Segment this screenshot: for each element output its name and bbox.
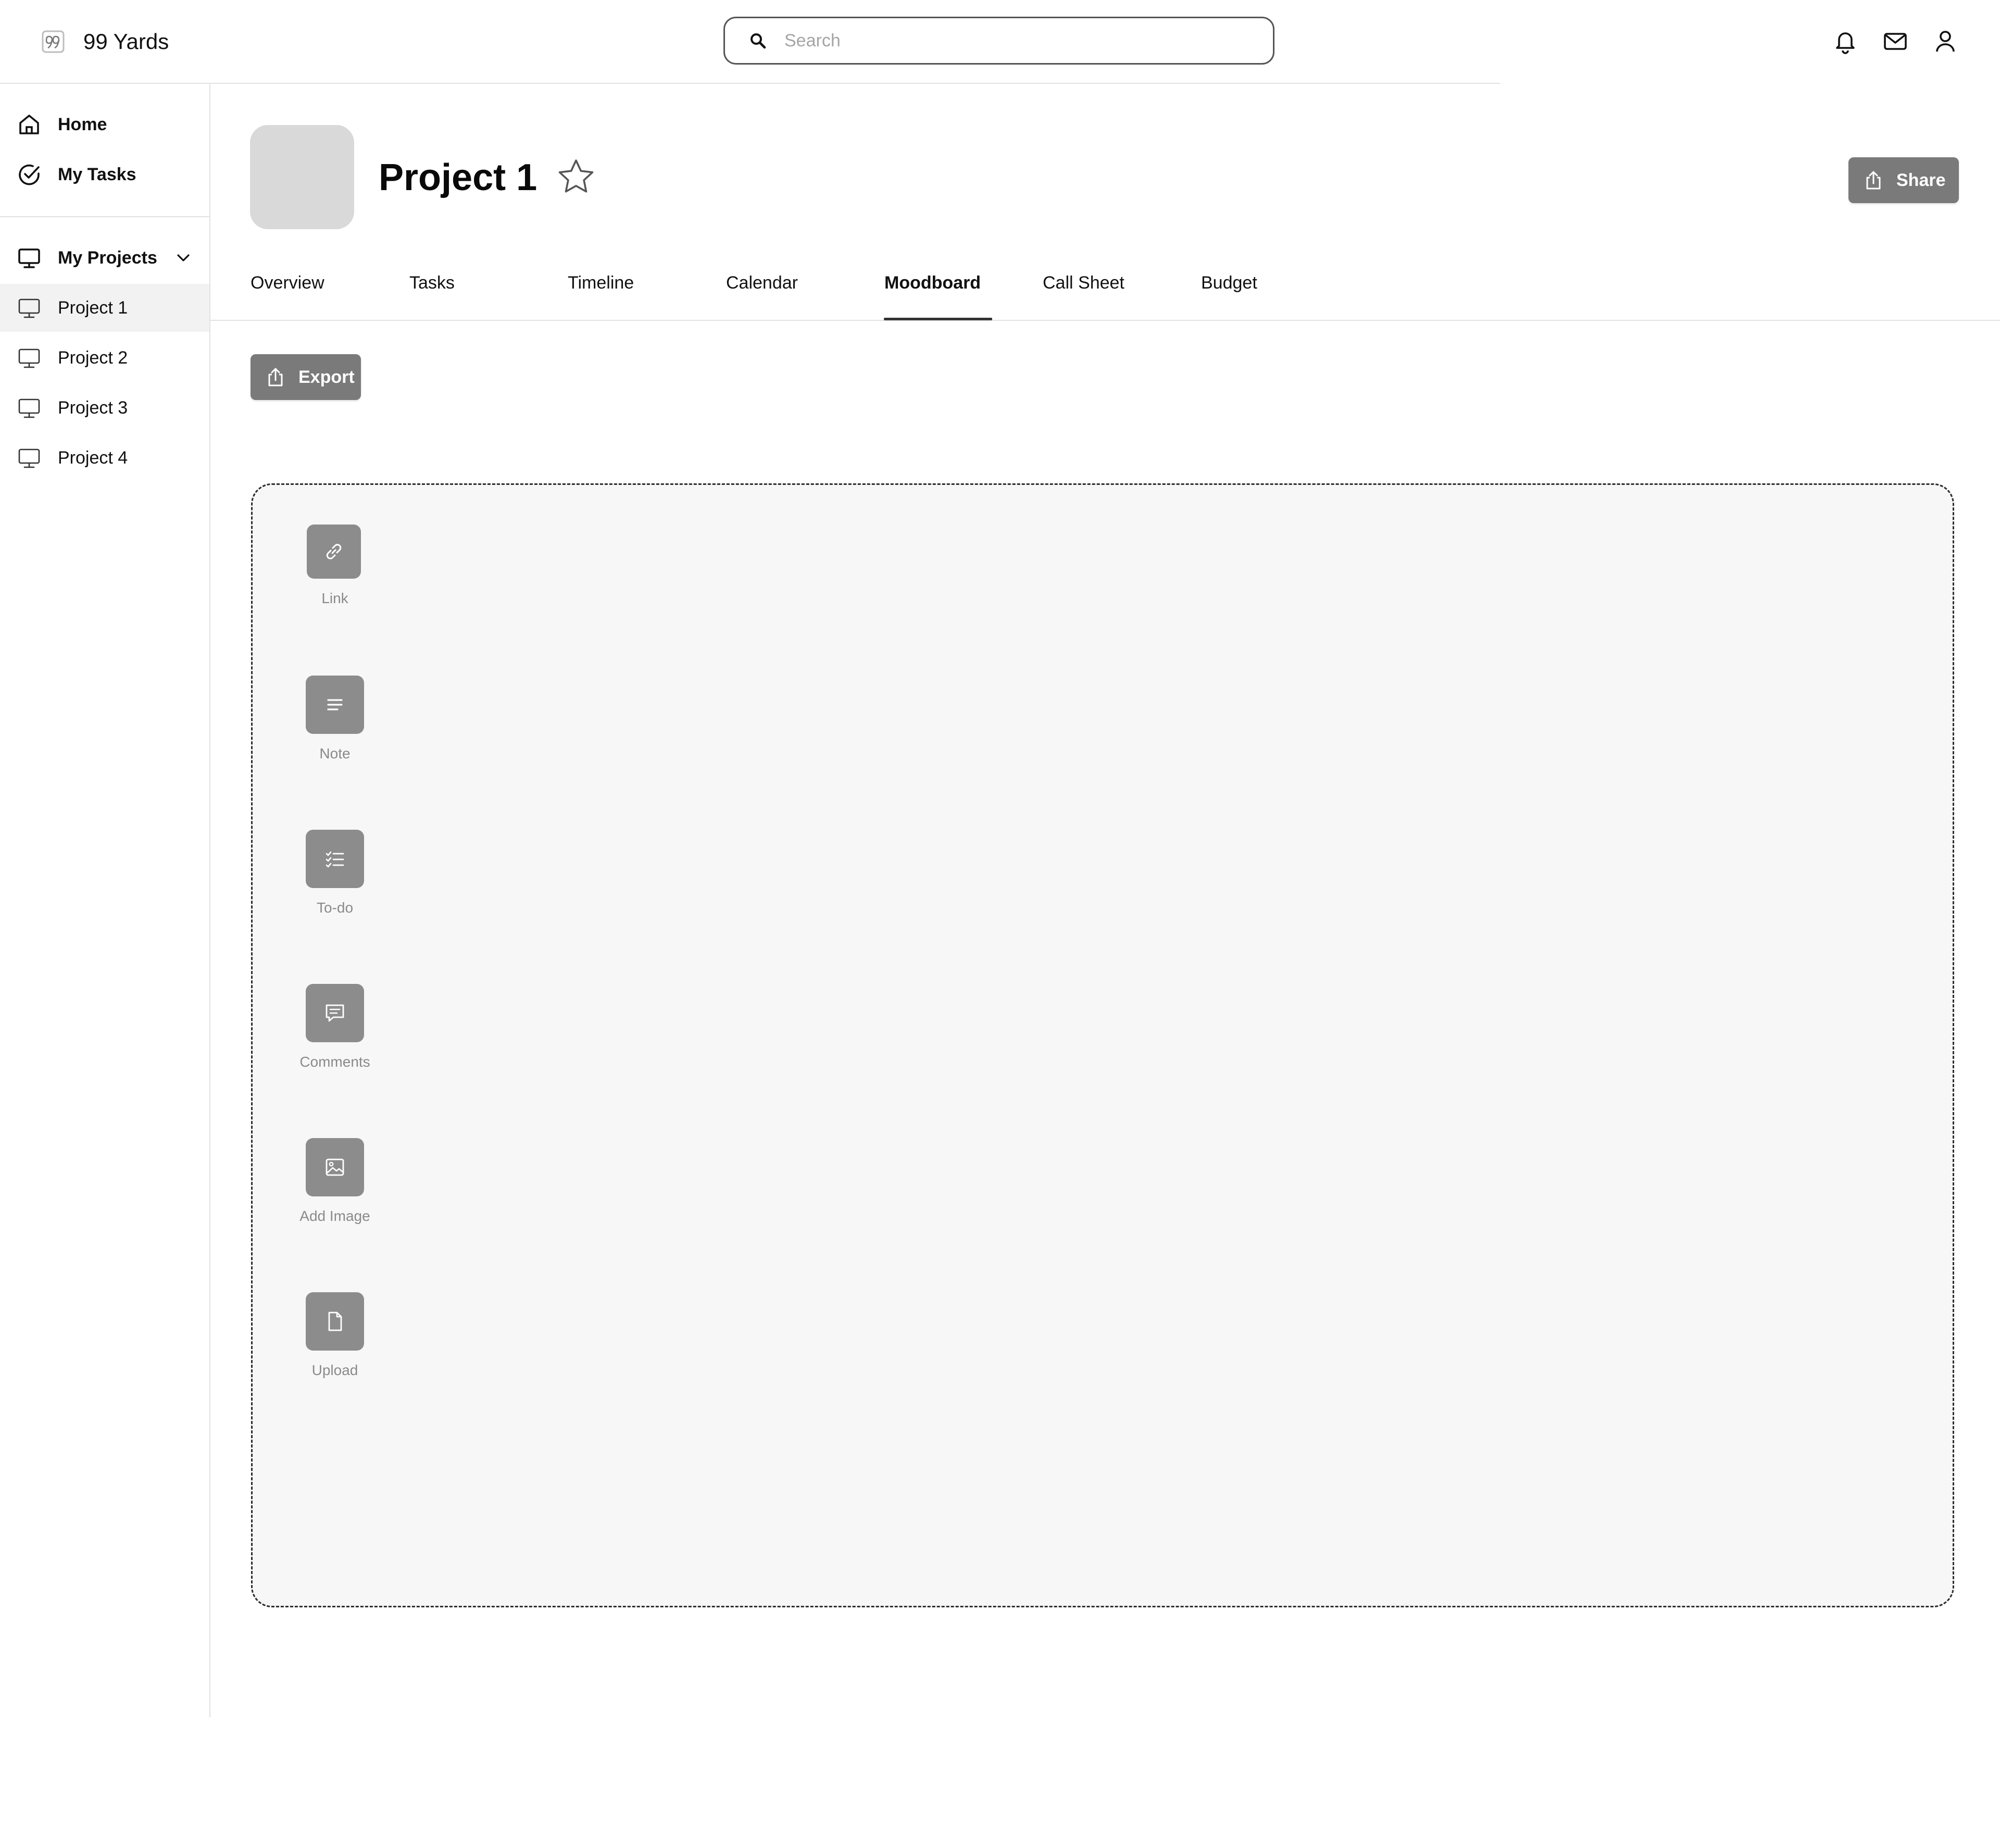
chevron-down-icon[interactable] [175, 249, 192, 266]
sidebar-item-project-3[interactable]: Project 3 [0, 384, 209, 432]
sidebar-item-my-projects[interactable]: My Projects [0, 234, 209, 282]
sidebar-item-label: Project 2 [58, 347, 128, 368]
sidebar-item-my-tasks[interactable]: My Tasks [0, 151, 209, 198]
tab-timeline[interactable]: Timeline [568, 273, 634, 293]
tab-moodboard[interactable]: Moodboard [884, 273, 981, 293]
sidebar-item-project-2[interactable]: Project 2 [0, 334, 209, 382]
tool-note[interactable]: Note [253, 676, 417, 769]
sidebar-item-home[interactable]: Home [0, 101, 209, 148]
monitor-icon [18, 348, 40, 368]
tool-tile[interactable] [306, 676, 364, 734]
monitor-icon [18, 248, 40, 268]
moodboard-canvas[interactable]: Link Note To-do Comments Add Image Uploa… [251, 483, 1954, 1607]
sidebar-divider [0, 216, 209, 217]
brand[interactable]: 99 Yards [41, 27, 169, 56]
monitor-icon [18, 298, 40, 318]
tab-overview[interactable]: Overview [251, 273, 324, 293]
sidebar-item-label: Project 3 [58, 397, 128, 418]
export-icon [268, 368, 283, 386]
share-button-label: Share [1896, 170, 1946, 190]
sidebar: Home My Tasks My Projects Project 1 Proj… [0, 84, 210, 1717]
page-title: Project 1 [379, 157, 538, 198]
mail-icon[interactable] [1881, 27, 1909, 55]
sidebar-item-label: My Projects [58, 247, 157, 268]
tool-label: Comments [299, 1054, 370, 1070]
top-actions [1831, 27, 1959, 55]
tool-label: Upload [311, 1362, 358, 1378]
share-button[interactable]: Share [1848, 157, 1959, 203]
sidebar-item-project-1[interactable]: Project 1 [0, 284, 209, 332]
export-button-label: Export [298, 367, 355, 387]
export-button[interactable]: Export [251, 354, 361, 400]
top-bar-divider [0, 83, 1500, 84]
note-icon [327, 699, 343, 710]
file-icon [328, 1312, 342, 1331]
tool-tile[interactable] [306, 830, 364, 888]
bell-icon[interactable] [1831, 27, 1859, 55]
tool-label: Link [321, 590, 348, 606]
tool-label: Add Image [299, 1208, 370, 1224]
sidebar-item-label: Project 4 [58, 447, 128, 468]
search-input[interactable] [783, 30, 1244, 52]
monitor-icon [18, 448, 40, 468]
project-thumbnail[interactable] [250, 125, 354, 229]
image-icon [326, 1158, 344, 1176]
logo-icon [42, 30, 65, 53]
tool-label: Note [319, 745, 351, 761]
tool-tile[interactable] [306, 1138, 364, 1196]
brand-name: 99 Yards [83, 29, 169, 54]
project-tabs: Overview Tasks Timeline Calendar Moodboa… [209, 260, 2000, 321]
tool-comments[interactable]: Comments [253, 984, 417, 1078]
sidebar-item-label: Project 1 [58, 297, 128, 318]
search-bar[interactable] [723, 17, 1274, 65]
top-bar: 99 Yards [0, 0, 2000, 84]
checklist-icon [326, 851, 344, 868]
sidebar-item-label: Home [58, 114, 107, 134]
tab-calendar[interactable]: Calendar [726, 273, 798, 293]
tool-tile[interactable] [306, 1292, 364, 1351]
sidebar-item-project-4[interactable]: Project 4 [0, 434, 209, 482]
tool-label: To-do [316, 900, 354, 916]
sidebar-item-label: My Tasks [58, 164, 136, 184]
tool-tile[interactable] [306, 984, 364, 1042]
home-icon [19, 115, 39, 134]
link-icon [326, 544, 342, 559]
star-icon[interactable] [556, 157, 596, 197]
search-icon [751, 33, 766, 49]
tool-upload[interactable]: Upload [253, 1292, 417, 1386]
monitor-icon [18, 398, 40, 418]
tool-link[interactable]: Link [253, 525, 417, 613]
tab-call-sheet[interactable]: Call Sheet [1043, 273, 1124, 293]
tab-budget[interactable]: Budget [1201, 273, 1257, 293]
tab-tasks[interactable]: Tasks [409, 273, 455, 293]
check-circle-icon [19, 164, 40, 185]
tool-tile[interactable] [307, 525, 361, 579]
comment-icon [326, 1004, 344, 1022]
tool-todo[interactable]: To-do [253, 830, 417, 923]
tabs-divider [209, 320, 2000, 321]
share-icon [1866, 171, 1881, 190]
tool-add-image[interactable]: Add Image [253, 1138, 417, 1232]
user-icon[interactable] [1931, 27, 1959, 55]
active-tab-indicator [884, 318, 992, 320]
